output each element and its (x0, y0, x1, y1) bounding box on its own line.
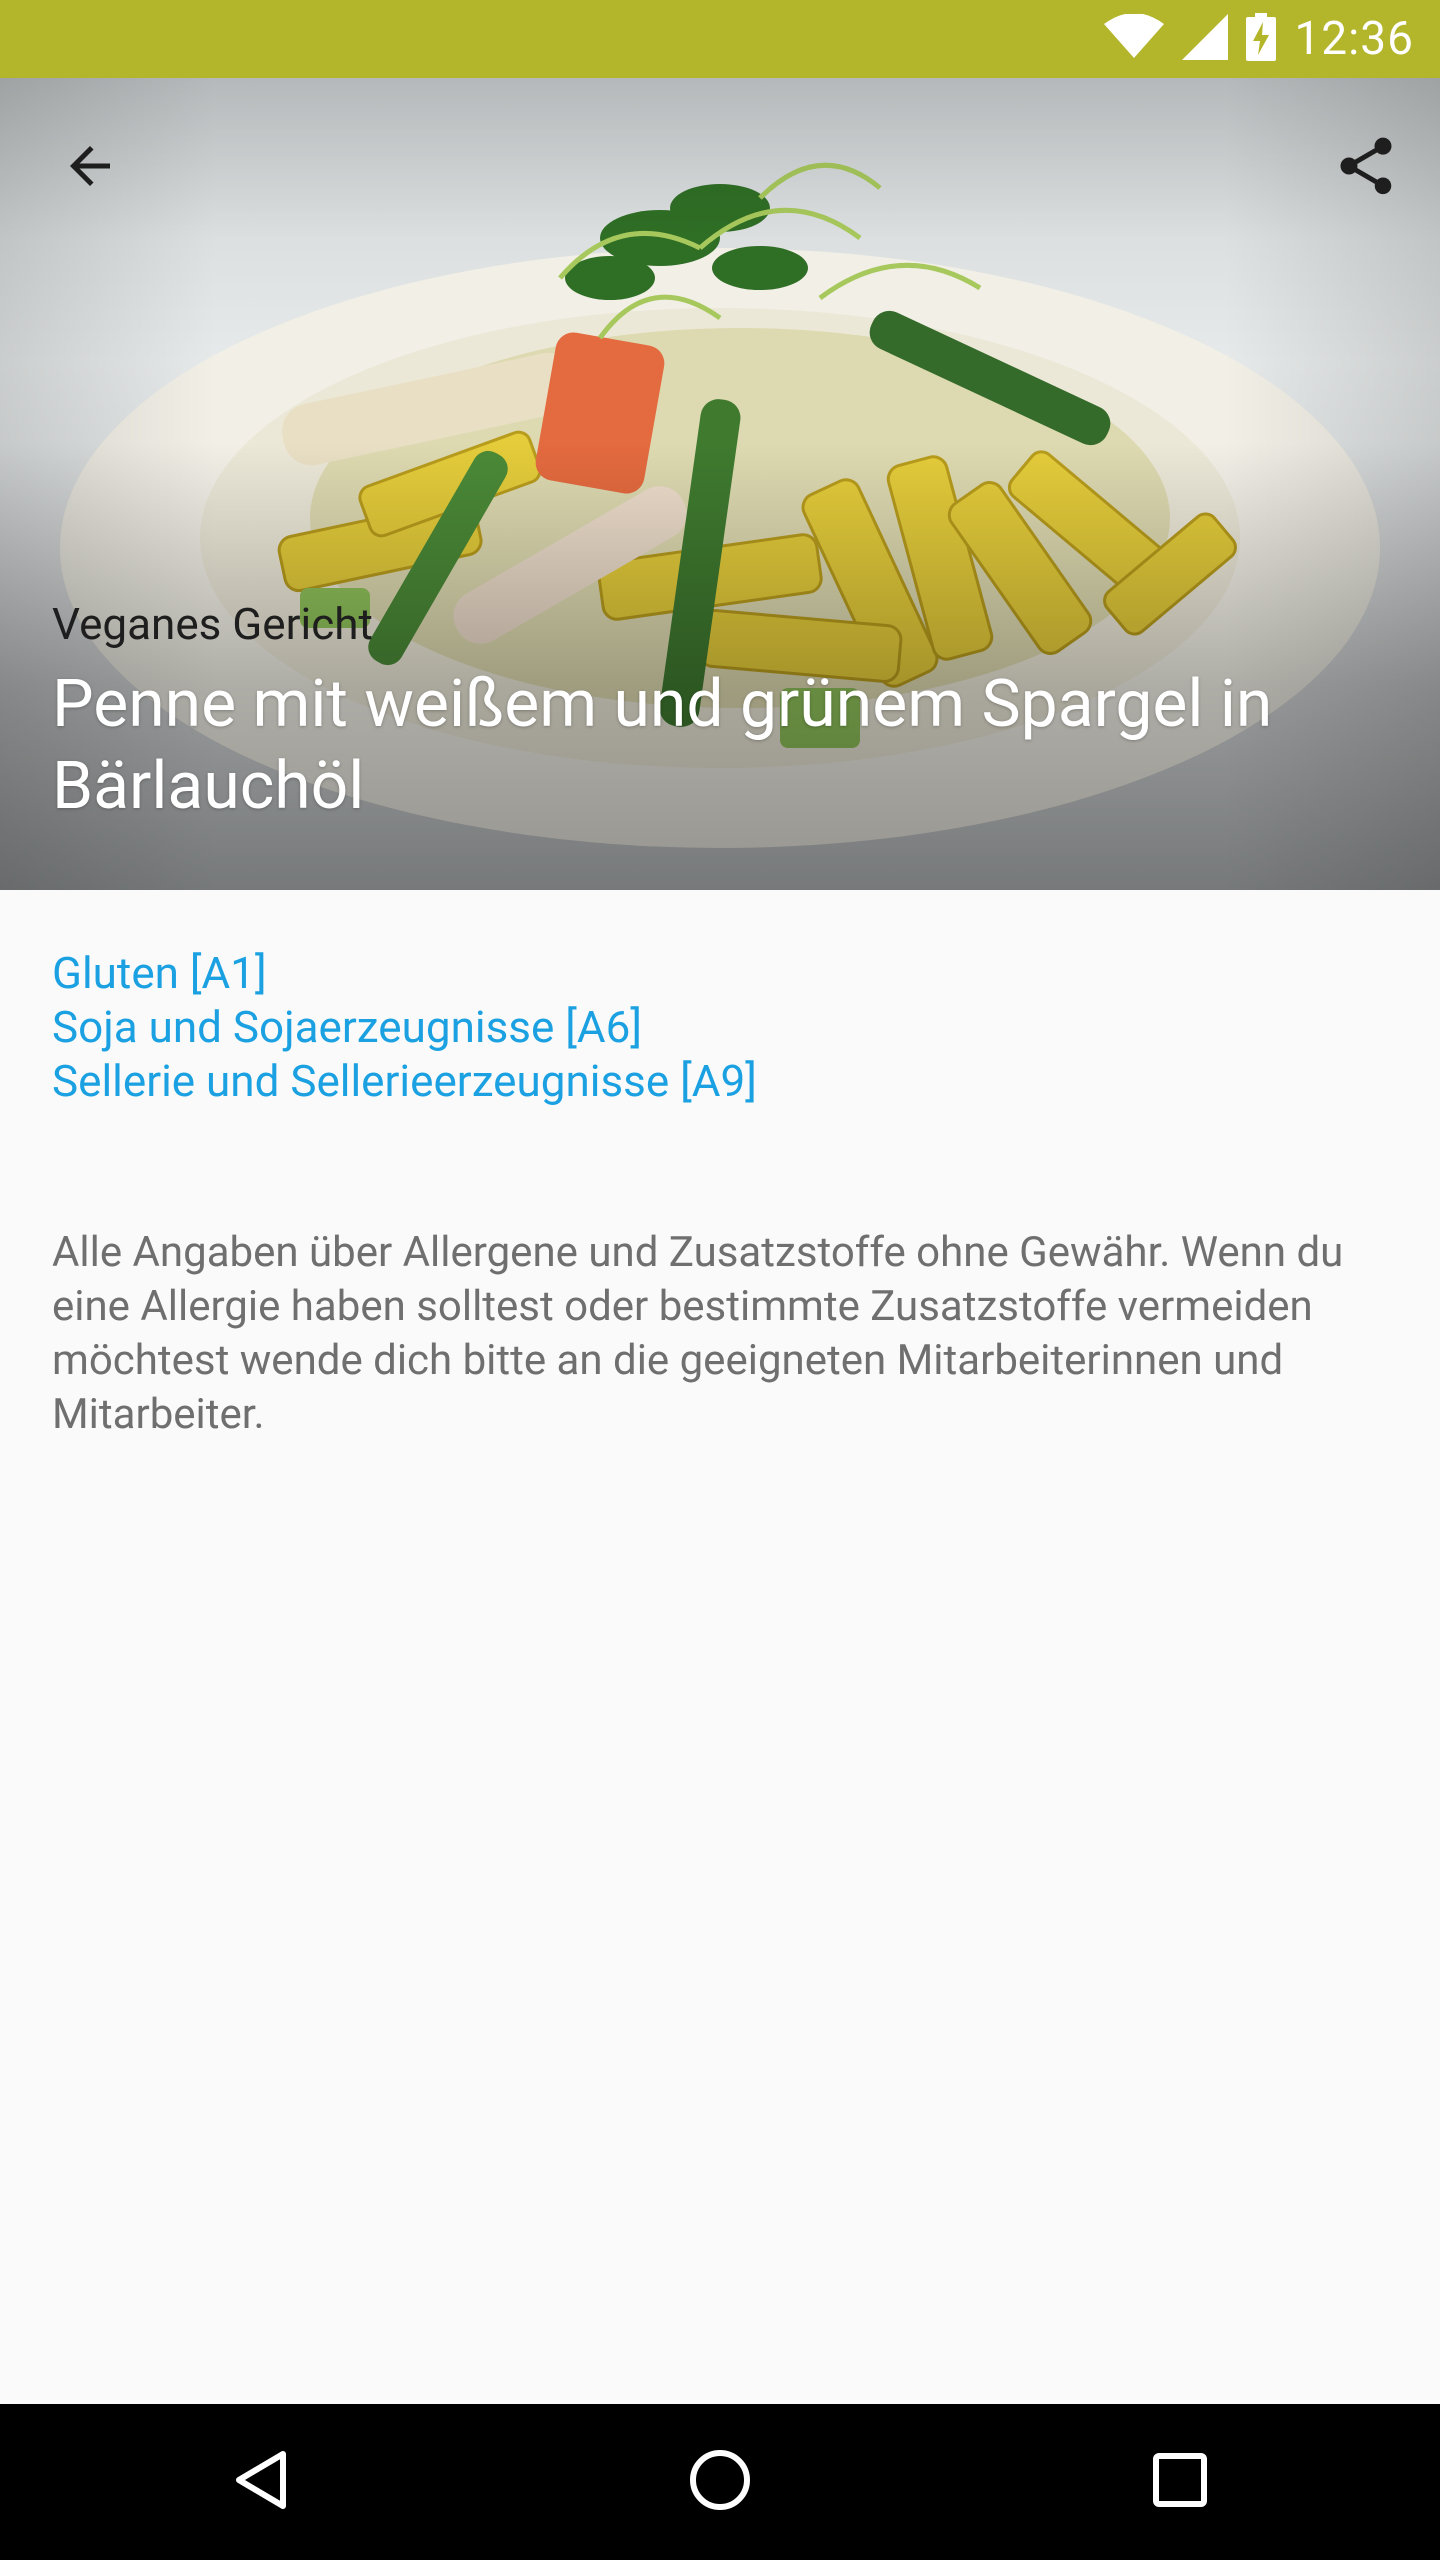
dish-header: Veganes Gericht Penne mit weißem und grü… (0, 78, 1440, 890)
allergen-item[interactable]: Gluten [A1] (52, 946, 757, 1000)
allergen-item[interactable]: Sellerie und Sellerieerzeugnisse [A9] (52, 1054, 757, 1108)
allergen-disclaimer: Alle Angaben über Allergene und Zusatzst… (52, 1228, 1344, 1439)
nav-back-button[interactable] (211, 2432, 311, 2532)
meal-category: Veganes Gericht (52, 598, 373, 650)
arrow-back-icon (60, 136, 120, 200)
allergen-item[interactable]: Soja und Sojaerzeugnisse [A6] (52, 1000, 757, 1054)
cellular-signal-icon (1182, 14, 1229, 64)
status-time: 12:36 (1294, 12, 1414, 66)
nav-back-icon (229, 2448, 293, 2516)
share-button[interactable] (1318, 120, 1414, 216)
nav-recents-button[interactable] (1130, 2432, 1230, 2532)
nav-home-button[interactable] (670, 2432, 770, 2532)
status-bar: 12:36 (0, 0, 1440, 78)
battery-charging-icon (1246, 13, 1277, 65)
status-icons: 12:36 (1104, 0, 1414, 78)
nav-recents-icon (1151, 2451, 1209, 2513)
wifi-icon (1104, 13, 1165, 64)
navigation-bar (0, 2404, 1440, 2560)
allergen-list: Gluten [A1] Soja und Sojaerzeugnisse [A6… (52, 946, 757, 1108)
nav-home-icon (688, 2448, 752, 2516)
back-button[interactable] (42, 120, 138, 216)
share-icon (1332, 132, 1400, 204)
meal-title: Penne mit weißem und grünem Spargel in B… (52, 666, 1273, 825)
